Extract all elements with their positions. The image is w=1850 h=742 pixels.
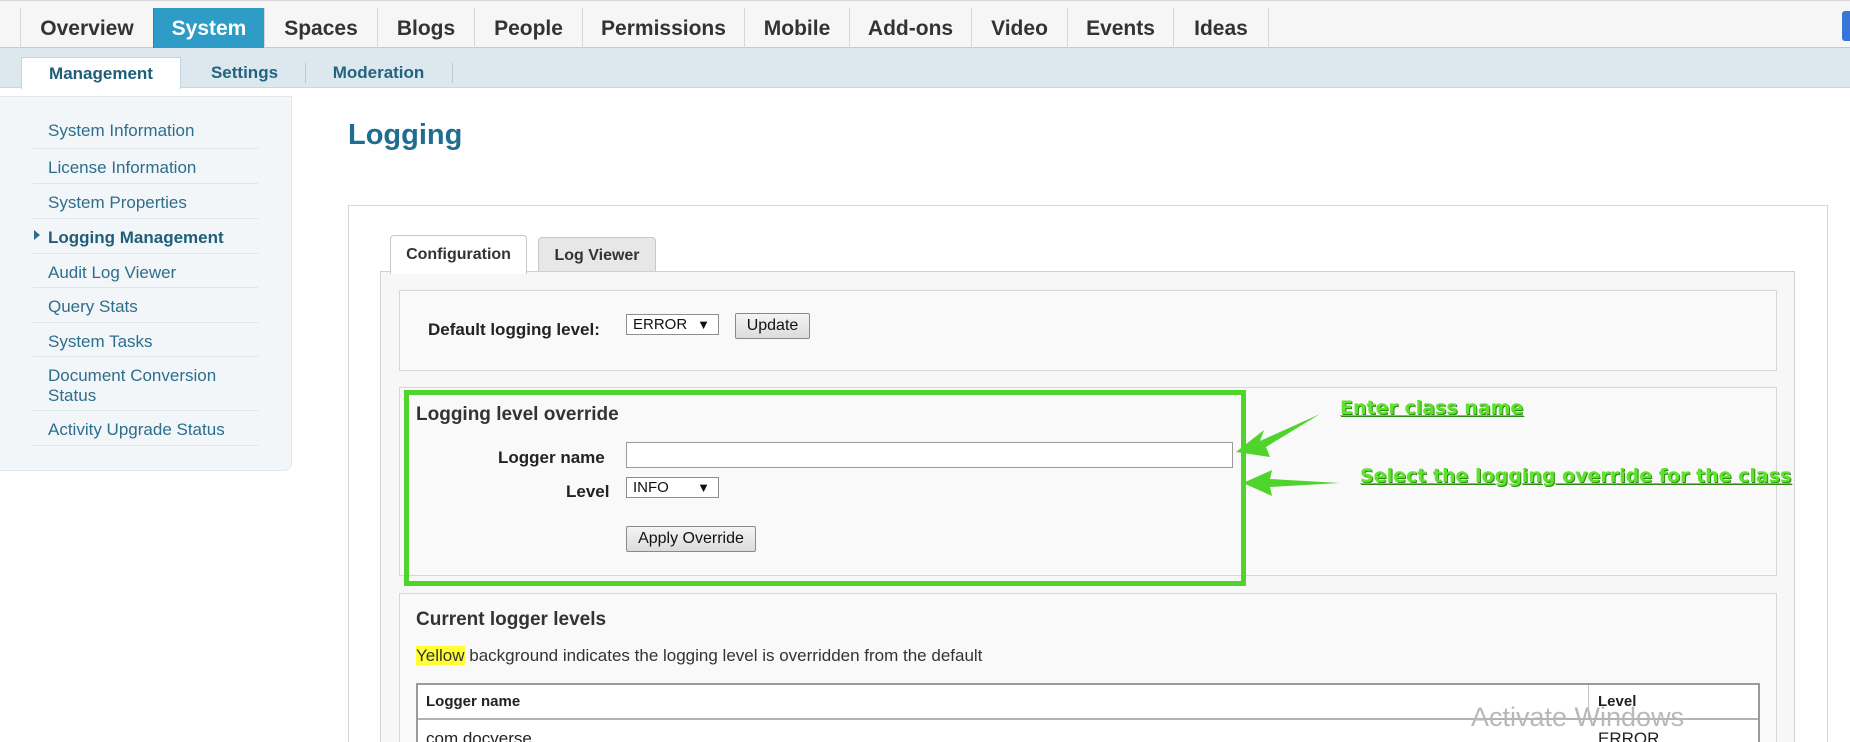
tab-ideas[interactable]: Ideas: [1173, 8, 1268, 49]
table-row-logger-name: com.docverse: [426, 729, 532, 742]
default-level-label: Default logging level:: [428, 320, 600, 339]
default-level-select[interactable]: ERROR ▼: [626, 314, 719, 335]
tab-system[interactable]: System: [153, 8, 264, 49]
sidebar-item-license-information[interactable]: License Information: [33, 149, 258, 184]
override-legend: Yellow background indicates the logging …: [416, 646, 982, 666]
sidebar-item-audit-log-viewer[interactable]: Audit Log Viewer: [33, 254, 258, 288]
sidebar-item-document-conversion-status[interactable]: Document Conversion Status: [33, 357, 258, 411]
annotation-enter-class-name: Enter class name: [1340, 397, 1524, 419]
update-button[interactable]: Update: [735, 313, 810, 339]
sidebar-item-system-information[interactable]: System Information: [33, 112, 258, 149]
page-title: Logging: [348, 119, 463, 151]
sidebar-item-system-properties[interactable]: System Properties: [33, 184, 258, 219]
tab-blogs[interactable]: Blogs: [377, 8, 474, 49]
sidebar-item-activity-upgrade-status[interactable]: Activity Upgrade Status: [33, 411, 258, 446]
sub-nav: Management Settings Moderation: [0, 48, 1850, 89]
legend-text: background indicates the logging level i…: [464, 646, 983, 665]
subtab-moderation[interactable]: Moderation: [315, 58, 442, 88]
tab-mobile[interactable]: Mobile: [744, 8, 849, 49]
column-header-logger-name: Logger name: [426, 693, 521, 710]
subtab-management[interactable]: Management: [21, 57, 181, 89]
tab-addons[interactable]: Add-ons: [849, 8, 971, 49]
tab-configuration[interactable]: Configuration: [390, 235, 527, 274]
annotation-select-override: Select the logging override for the clas…: [1360, 465, 1792, 487]
top-nav: Overview System Spaces Blogs People Perm…: [0, 0, 1850, 49]
subnav-divider: [305, 63, 306, 83]
annotation-highlight-box: [404, 390, 1246, 586]
tab-video[interactable]: Video: [971, 8, 1067, 49]
sidebar-item-system-tasks[interactable]: System Tasks: [33, 323, 258, 357]
user-menu-button[interactable]: [1842, 11, 1850, 41]
sidebar-item-logging-management[interactable]: Logging Management: [33, 219, 258, 254]
tab-events[interactable]: Events: [1067, 8, 1173, 49]
sidebar-item-query-stats[interactable]: Query Stats: [33, 288, 258, 323]
tab-people[interactable]: People: [474, 8, 582, 49]
tab-permissions[interactable]: Permissions: [582, 8, 744, 49]
tab-log-viewer[interactable]: Log Viewer: [538, 237, 656, 273]
current-levels-title: Current logger levels: [416, 609, 607, 630]
subnav-divider: [452, 63, 453, 83]
default-level-section: [399, 290, 1777, 371]
tab-spaces[interactable]: Spaces: [264, 8, 377, 49]
default-level-value: ERROR: [633, 316, 688, 333]
yellow-highlight-swatch: Yellow: [416, 646, 465, 665]
activate-windows-watermark: Activate Windows: [1471, 702, 1685, 732]
tab-overview[interactable]: Overview: [20, 8, 153, 49]
nav-divider: [1268, 8, 1269, 49]
subtab-settings[interactable]: Settings: [192, 58, 297, 88]
chevron-down-icon: ▼: [697, 317, 710, 332]
